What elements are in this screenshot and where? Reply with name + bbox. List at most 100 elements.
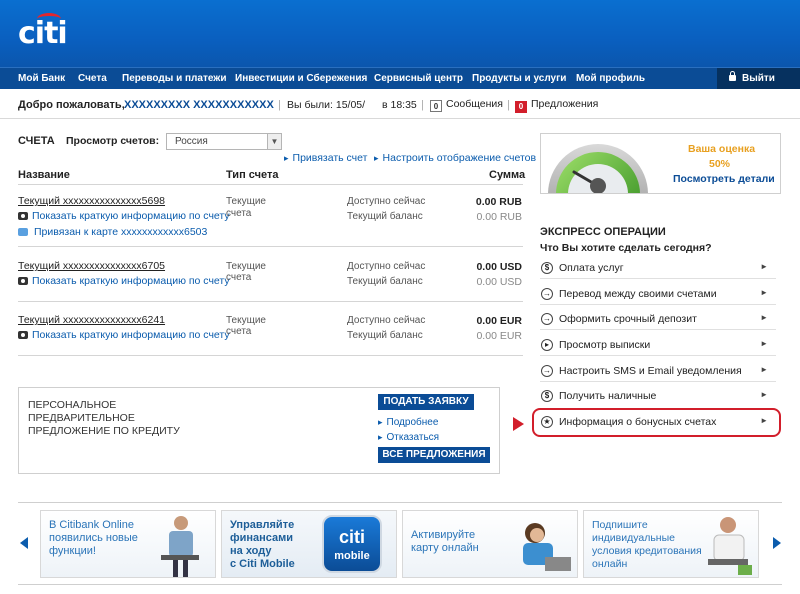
nav-my-bank[interactable]: Мой Банк: [18, 68, 65, 89]
offer-line-1: ПЕРСОНАЛЬНОЕ: [28, 399, 117, 411]
offer-decline-link[interactable]: Отказаться: [378, 432, 440, 443]
offer-line-3: ПРЕДЛОЖЕНИЕ ПО КРЕДИТУ: [28, 425, 180, 437]
citi-mobile-app-icon: citi mobile: [322, 515, 382, 573]
balance-label: Текущий баланс: [347, 276, 423, 287]
all-offers-button[interactable]: ВСЕ ПРЕДЛОЖЕНИЯ: [378, 447, 490, 463]
carousel-next-icon[interactable]: [773, 537, 781, 549]
express-item-pay-services[interactable]: $ Оплата услуг ►: [540, 259, 776, 279]
dollar-icon: $: [541, 262, 553, 274]
chevron-down-icon: ▼: [267, 134, 281, 149]
chevron-right-icon: ►: [760, 288, 768, 297]
last-visit: Вы были: 15/05/: [287, 99, 366, 111]
express-item-notifications[interactable]: → Настроить SMS и Email уведомления ►: [540, 362, 776, 382]
divider: [18, 246, 523, 247]
nav-products[interactable]: Продукты и услуги: [472, 68, 566, 89]
view-accounts-label: Просмотр счетов:: [66, 135, 160, 147]
configure-view-link[interactable]: Настроить отображение счетов: [374, 152, 537, 164]
chat-bubble-icon: [18, 228, 28, 236]
express-title: ЭКСПРЕСС ОПЕРАЦИИ: [540, 226, 666, 238]
express-item-deposit[interactable]: → Оформить срочный депозит ►: [540, 310, 776, 330]
carousel-prev-icon[interactable]: [20, 537, 28, 549]
nav-profile[interactable]: Мой профиль: [576, 68, 645, 89]
apply-button[interactable]: ПОДАТЬ ЗАЯВКУ: [378, 394, 474, 410]
express-item-cash[interactable]: $ Получить наличные ►: [540, 387, 776, 407]
messages-link[interactable]: 0 Сообщения: [430, 98, 503, 112]
man-laptop-icon: [708, 517, 752, 575]
balance-amount: 0.00 EUR: [476, 330, 522, 342]
banner-text-line: индивидуальные: [592, 532, 675, 544]
nav-investments[interactable]: Инвестиции и Сбережения: [235, 68, 367, 89]
banner-text-line: Активируйте: [411, 529, 476, 541]
camera-icon: [18, 331, 28, 339]
dollar-icon: $: [541, 390, 553, 402]
nav-accounts[interactable]: Счета: [78, 68, 107, 89]
balance-amount: 0.00 RUB: [476, 211, 522, 223]
express-item-label: Оформить срочный депозит: [559, 313, 697, 325]
express-item-statement[interactable]: ▸ Просмотр выписки ►: [540, 336, 776, 356]
linked-card-link[interactable]: Привязан к карте xxxxxxxxxxxx6503: [18, 226, 207, 238]
app-icon-subtext: mobile: [334, 550, 370, 562]
header: citi: [0, 0, 800, 67]
express-item-label: Просмотр выписки: [559, 339, 651, 351]
messages-count-badge: 0: [430, 100, 442, 112]
banner-text-line: карту онлайн: [411, 542, 479, 554]
welcome-username: XXXXXXXXX XXXXXXXXXXX: [124, 99, 274, 111]
banner-text-line: появились новые: [49, 532, 138, 544]
country-select-value: Россия: [175, 136, 208, 147]
banner-text-line: условия кредитования: [592, 545, 702, 557]
account-type-2: счета: [226, 272, 252, 283]
col-type-header: Тип счета: [226, 169, 279, 181]
chevron-right-icon: ►: [760, 339, 768, 348]
account-type: Текущие: [226, 196, 266, 207]
banner-text-line: Подпишите: [592, 519, 648, 531]
account-name-link[interactable]: Текущий xxxxxxxxxxxxxxx6241: [18, 314, 165, 326]
express-question: Что Вы хотите сделать сегодня?: [540, 242, 712, 254]
banner-text-line: на ходу: [230, 545, 272, 557]
divider: [18, 502, 782, 503]
chevron-right-icon: ►: [760, 390, 768, 399]
available-amount: 0.00 RUB: [475, 196, 522, 208]
account-name-link[interactable]: Текущий xxxxxxxxxxxxxxx6705: [18, 260, 165, 272]
country-select[interactable]: Россия ▼: [166, 133, 282, 150]
divider: [540, 329, 776, 330]
nav-transfers[interactable]: Переводы и платежи: [122, 68, 227, 89]
woman-laptop-icon: [523, 523, 571, 571]
play-icon: ▸: [541, 339, 553, 351]
account-info-link[interactable]: Показать краткую информацию по счету: [18, 329, 230, 341]
nav-service-center[interactable]: Сервисный центр: [374, 68, 463, 89]
available-label: Доступно сейчас: [347, 261, 426, 272]
logout-button[interactable]: Выйти: [717, 68, 800, 89]
col-name-header: Название: [18, 169, 70, 181]
available-amount: 0.00 USD: [476, 261, 522, 273]
messages-label: Сообщения: [446, 98, 503, 110]
balance-amount: 0.00 USD: [476, 276, 522, 288]
divider: |: [421, 99, 424, 111]
col-amount-header: Сумма: [489, 169, 526, 181]
divider: [18, 584, 782, 585]
express-item-transfer-own[interactable]: → Перевод между своими счетами ►: [540, 285, 776, 305]
banner-text-line: финансами: [230, 532, 294, 544]
express-item-label: Получить наличные: [559, 390, 657, 402]
offers-link[interactable]: 0 Предложения: [515, 98, 598, 113]
offers-label: Предложения: [531, 98, 599, 110]
link-account-link[interactable]: Привязать счет: [284, 152, 368, 164]
main-nav: Мой Банк Счета Переводы и платежи Инвест…: [0, 67, 800, 89]
banner-new-features[interactable]: В Citibank Online появились новые функци…: [40, 510, 216, 578]
divider: |: [507, 99, 510, 111]
account-info-link[interactable]: Показать краткую информацию по счету: [18, 210, 230, 222]
account-name-link[interactable]: Текущий xxxxxxxxxxxxxxx5698: [18, 195, 165, 207]
offer-details-link[interactable]: Подробнее: [378, 417, 439, 428]
person-laptop-icon: [161, 516, 199, 577]
banner-credit-terms[interactable]: Подпишите индивидуальные условия кредито…: [583, 510, 759, 578]
account-info-link[interactable]: Показать краткую информацию по счету: [18, 275, 230, 287]
divider: [18, 355, 523, 356]
available-label: Доступно сейчас: [347, 315, 426, 326]
banner-activate-card[interactable]: Активируйте карту онлайн: [402, 510, 578, 578]
rating-details-link[interactable]: Посмотреть детали: [673, 173, 775, 185]
banner-text-line: с Citi Mobile: [230, 558, 295, 570]
banner-text-line: функции!: [49, 545, 96, 557]
divider: [540, 381, 776, 382]
gauge-icon: [548, 144, 648, 193]
arrow-right-icon: →: [541, 288, 553, 300]
banner-citi-mobile[interactable]: Управляйте финансами на ходу с Citi Mobi…: [221, 510, 397, 578]
